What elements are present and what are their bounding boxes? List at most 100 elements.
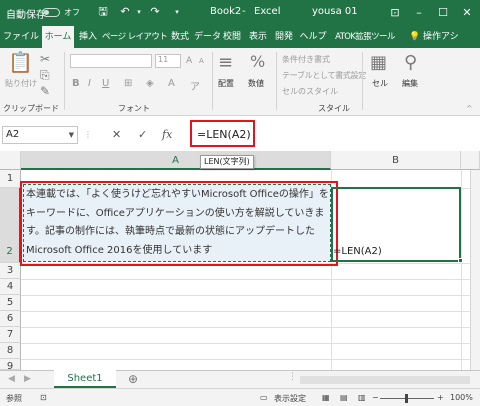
tab-formulas[interactable]: 数式 [168,26,192,48]
increase-font-icon[interactable]: A [186,56,192,66]
split-handle-icon[interactable]: ⋮ [288,372,297,382]
ribbon-display-icon[interactable]: ⊡ [384,4,406,22]
alignment-label[interactable]: 配置 [218,78,234,89]
insert-function-icon[interactable]: fx [162,128,172,141]
format-painter-icon[interactable]: ✎ [40,84,50,98]
display-settings-icon[interactable]: ▭ [260,393,268,402]
normal-view-icon[interactable]: ▦ [322,393,330,402]
tab-view[interactable]: 表示 [246,26,270,48]
name-box[interactable]: A2 ▼ [2,126,78,144]
font-name-box[interactable] [70,54,152,68]
redo-icon[interactable]: ↷ [148,5,162,19]
row-header-6[interactable]: 6 [0,311,21,327]
underline-icon[interactable]: U [102,78,109,89]
gridline [21,343,480,344]
select-all-corner[interactable] [0,151,21,170]
minimize-icon[interactable]: – [408,4,430,22]
italic-icon[interactable]: I [88,78,91,89]
cell-styles-button[interactable]: セルのスタイル [282,86,338,97]
save-icon[interactable]: 🖫 [96,5,110,19]
vertical-scrollbar[interactable] [470,170,480,370]
page-layout-view-icon[interactable]: ▤ [340,393,348,402]
tell-me-search[interactable]: 操作アシ [423,26,479,48]
tab-review[interactable]: 校閲 [220,26,244,48]
editing-search-icon[interactable]: ⚲ [404,52,417,73]
row-header-9[interactable]: 9 [0,359,21,372]
tab-data[interactable]: データ [194,26,221,48]
zoom-out-icon[interactable]: − [372,393,379,402]
new-sheet-icon[interactable]: ⊕ [128,372,138,386]
gridline [21,327,480,328]
zoom-level[interactable]: 100% [450,393,473,402]
copy-icon[interactable]: ⎘ [40,68,50,83]
cancel-icon[interactable]: ✕ [112,128,121,141]
font-color-icon[interactable]: A [168,78,175,89]
cell-b2-text: =LEN(A2) [333,246,382,257]
row-header-1[interactable]: 1 [0,170,21,188]
row-header-7[interactable]: 7 [0,327,21,343]
maximize-icon[interactable]: ☐ [432,4,454,22]
formula-highlight-box [190,120,255,147]
cells-icon[interactable]: ▦ [370,52,387,73]
tab-developer[interactable]: 開発 [272,26,296,48]
customize-qat-icon[interactable]: ▾ [170,5,184,19]
row-header-3[interactable]: 3 [0,263,21,279]
row-header-5[interactable]: 5 [0,295,21,311]
tab-atok[interactable]: ATOK拡張ツール [330,26,400,48]
column-header-c[interactable] [461,151,480,170]
zoom-slider-thumb[interactable] [405,394,408,403]
ribbon-tabs: ファイル ホーム 挿入 ページ レイアウト 数式 データ 校閲 表示 開発 ヘル… [0,26,480,48]
column-header-b[interactable]: B [331,151,461,170]
display-settings-label[interactable]: 表示設定 [274,393,306,404]
tab-page-layout[interactable]: ページ レイアウト [102,26,168,48]
autosave-toggle[interactable] [42,8,60,17]
font-size-box[interactable]: 11 [155,54,181,68]
horizontal-scrollbar[interactable] [300,376,470,384]
clipboard-group-label: クリップボード [3,104,59,113]
function-tooltip: LEN(文字列) [200,155,254,169]
drag-handle-icon[interactable]: ⋮ [84,130,92,139]
page-break-view-icon[interactable]: ▥ [358,393,366,402]
row-header-2[interactable]: 2 [0,188,21,263]
borders-icon[interactable]: ⊞ [124,78,132,89]
conditional-formatting-button[interactable]: 条件付き書式 [282,54,330,65]
alignment-icon[interactable]: ≡ [218,52,233,73]
title-separator: - [242,6,246,17]
phonetic-icon[interactable]: ア [190,78,200,93]
chevron-down-icon[interactable]: ▼ [69,127,74,143]
row-header-8[interactable]: 8 [0,343,21,359]
cut-icon[interactable]: ✂ [40,52,50,66]
cells-label[interactable]: セル [372,78,388,89]
fill-handle[interactable] [458,258,463,263]
fill-color-icon[interactable]: ◈ [146,78,154,89]
autosave-state: オフ [64,8,80,17]
format-as-table-button[interactable]: テーブルとして書式設定 [282,70,366,81]
enter-icon[interactable]: ✓ [138,128,147,141]
number-label[interactable]: 数値 [248,78,264,89]
undo-icon[interactable]: ↶ [118,5,132,19]
bold-icon[interactable]: B [72,78,80,89]
tab-home[interactable]: ホーム [42,26,74,48]
number-format-icon[interactable]: % [250,52,265,71]
tab-help[interactable]: ヘルプ [298,26,328,48]
column-header-a[interactable]: A [21,151,331,170]
next-sheet-icon[interactable]: ▶ [24,374,31,384]
tab-file[interactable]: ファイル [2,26,40,48]
close-icon[interactable]: ✕ [456,4,478,22]
prev-sheet-icon[interactable]: ◀ [8,374,15,384]
sheet-tab-sheet1[interactable]: Sheet1 [54,370,116,389]
decrease-font-icon[interactable]: A [199,57,204,65]
tab-insert[interactable]: 挿入 [76,26,100,48]
styles-group-label: スタイル [318,104,350,113]
document-title: Book2 [210,6,242,17]
editing-label[interactable]: 編集 [402,78,418,89]
zoom-in-icon[interactable]: + [437,393,444,402]
undo-dropdown-icon[interactable]: ▾ [132,5,146,19]
paste-icon[interactable]: 📋 [8,50,33,74]
sheet-tab-bar: ◀ ▶ Sheet1 ⊕ ⋮ [0,370,480,389]
paste-label[interactable]: 貼り付け [5,78,37,89]
accessibility-icon[interactable]: ⊡ [40,393,47,402]
gridline [461,170,462,370]
row-header-4[interactable]: 4 [0,279,21,295]
collapse-ribbon-icon[interactable]: ^ [466,104,473,113]
